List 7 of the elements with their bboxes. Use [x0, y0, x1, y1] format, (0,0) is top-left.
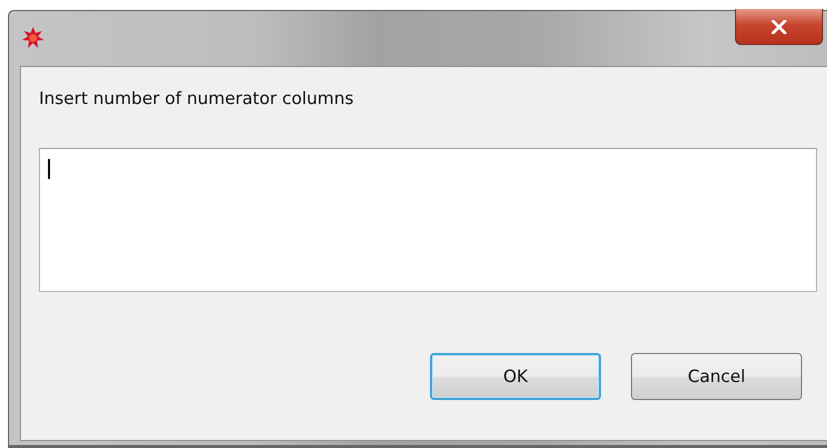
dialog-button[interactable]: Cancel — [631, 353, 802, 400]
close-button[interactable] — [735, 9, 823, 45]
input-field[interactable] — [39, 148, 817, 292]
prompt-label: Insert number of numerator columns — [39, 89, 355, 109]
app-icon — [22, 27, 44, 49]
dialog-button[interactable]: OK — [430, 353, 601, 400]
close-icon — [770, 20, 788, 34]
